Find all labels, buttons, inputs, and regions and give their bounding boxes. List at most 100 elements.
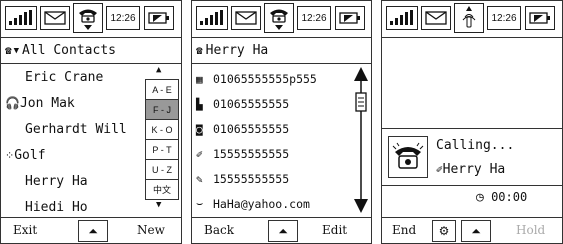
scroll-up-arrow-icon <box>354 67 368 81</box>
detail-row-mobile[interactable]: ✐ 15555555555 <box>196 143 289 165</box>
signal-strength-icon <box>386 6 418 30</box>
alphabet-index: ▲ A - E F - J K - O P - T U - Z 中文 ▼ <box>145 63 179 213</box>
clock-time: 12:26 <box>487 6 521 30</box>
hold-button[interactable]: Hold <box>516 223 545 237</box>
phone-mode-icon[interactable] <box>73 3 103 33</box>
end-call-button[interactable]: End <box>392 223 416 237</box>
list-item[interactable]: Eric Crane <box>25 70 103 92</box>
contact-card-icon: ☎ <box>196 44 203 57</box>
callee-name: Herry Ha <box>442 162 506 177</box>
index-label: A - E <box>152 84 172 95</box>
contact-name: Golf <box>14 148 46 163</box>
call-duration: 00:00 <box>491 190 528 204</box>
softkey-bar: End ⚙ ⏶ Hold <box>382 217 562 243</box>
list-item[interactable]: Gerhardt Will <box>25 122 127 144</box>
index-item-k-o[interactable]: K - O <box>145 119 179 140</box>
index-item-p-t[interactable]: P - T <box>145 139 179 160</box>
dropdown-arrow-icon[interactable]: ▼ <box>14 46 19 56</box>
navigate-up-button[interactable]: ⏶ <box>78 220 108 242</box>
detail-row-email[interactable]: ⌣ HaHa@yahoo.com <box>196 193 310 215</box>
index-label: F - J <box>153 104 171 115</box>
call-timer: ◷ 00:00 <box>476 190 527 205</box>
exit-button[interactable]: Exit <box>13 223 37 237</box>
clock-icon: ◷ <box>476 190 484 205</box>
contacts-filter-label: All Contacts <box>22 43 116 58</box>
navigate-up-button[interactable]: ⏶ <box>268 220 298 242</box>
calling-screen: 12:26 Calling... ✐Herry Ha ◷ 00:00 End ⚙… <box>381 0 563 244</box>
index-label: P - T <box>152 144 172 155</box>
contact-details-screen: 12:26 ☎ Herry Ha ▦ 01065555555p555 ▙ 01065… <box>191 0 372 244</box>
detail-value: 01065555555p555 <box>213 72 317 86</box>
scroll-down-arrow-icon <box>354 199 368 213</box>
index-item-a-e[interactable]: A - E <box>145 79 179 100</box>
double-chevron-up-icon: ⏶ <box>278 223 288 238</box>
detail-value: 01065555555 <box>213 97 290 111</box>
message-icon <box>40 6 70 30</box>
double-chevron-up-icon: ⏶ <box>88 223 98 238</box>
mobile-icon: ✐ <box>196 147 203 161</box>
detail-value: 15555555555 <box>213 172 290 186</box>
battery-icon <box>525 6 555 30</box>
double-chevron-up-icon: ⏶ <box>471 223 481 238</box>
battery-icon <box>144 6 174 30</box>
contact-name: Eric Crane <box>25 70 104 85</box>
battery-icon <box>335 6 365 30</box>
detail-row-office-phone[interactable]: ▦ 01065555555p555 <box>196 68 317 90</box>
contact-name: Gerhardt Will <box>25 122 127 137</box>
status-bar: 12:26 <box>1 1 181 38</box>
contacts-filter-header[interactable]: ☎ ▼ All Contacts <box>1 38 181 64</box>
list-item[interactable]: Herry Ha <box>25 174 88 196</box>
new-button[interactable]: New <box>137 223 165 237</box>
callee-row: ✐Herry Ha <box>436 162 505 177</box>
contact-name-title: Herry Ha <box>205 43 269 58</box>
group-icon: ⁘ <box>5 149 15 162</box>
email-icon: ⌣ <box>196 197 204 210</box>
list-item[interactable]: ⁘Golf <box>5 148 46 170</box>
detail-value: HaHa@yahoo.com <box>213 197 310 211</box>
list-item[interactable]: 🎧Jon Mak <box>5 96 75 118</box>
index-item-f-j[interactable]: F - J <box>145 99 179 120</box>
signal-strength-icon <box>5 6 37 30</box>
detail-value: 01065555555 <box>213 122 290 136</box>
detail-row-mobile-2[interactable]: ✎ 15555555555 <box>196 168 289 190</box>
mobile-2-icon: ✎ <box>196 172 203 186</box>
detail-row-fax[interactable]: ◙ 01065555555 <box>196 118 289 140</box>
softkey-bar: Back ⏶ Edit <box>192 217 371 243</box>
mute-microphone-icon: ⚙ <box>438 224 450 238</box>
clock-time: 12:26 <box>106 6 140 30</box>
detail-row-home-phone[interactable]: ▙ 01065555555 <box>196 93 289 115</box>
index-label: K - O <box>151 124 173 135</box>
contact-name: Herry Ha <box>25 174 88 189</box>
call-info-panel: Calling... ✐Herry Ha <box>382 128 562 186</box>
headset-icon: 🎧 <box>5 96 20 110</box>
office-phone-icon: ▦ <box>196 72 203 86</box>
contact-header: ☎ Herry Ha <box>192 38 371 64</box>
index-label: U - Z <box>152 164 172 175</box>
message-icon <box>231 6 261 30</box>
mobile-icon: ✐ <box>436 163 443 176</box>
active-call-icon <box>454 3 484 33</box>
status-bar: 12:26 <box>192 1 371 38</box>
index-item-chinese[interactable]: 中文 <box>145 179 179 200</box>
detail-value: 15555555555 <box>213 147 290 161</box>
index-item-u-z[interactable]: U - Z <box>145 159 179 180</box>
phone-mode-icon[interactable] <box>264 3 294 33</box>
fax-icon: ◙ <box>196 122 203 136</box>
softkey-bar: Exit ⏶ New <box>1 217 181 243</box>
call-status: Calling... <box>436 138 515 153</box>
home-phone-icon: ▙ <box>196 97 203 111</box>
edit-button[interactable]: Edit <box>322 223 347 237</box>
index-label: 中文 <box>152 185 171 195</box>
navigate-up-button[interactable]: ⏶ <box>461 220 491 242</box>
status-bar: 12:26 <box>382 1 562 38</box>
contact-name: Hiedi Ho <box>25 200 88 215</box>
mute-button[interactable]: ⚙ <box>432 220 456 242</box>
index-scroll-down-icon[interactable]: ▼ <box>156 200 161 210</box>
ringing-phone-icon <box>388 136 428 178</box>
back-button[interactable]: Back <box>204 223 234 237</box>
contact-name: Jon Mak <box>19 96 75 111</box>
index-scroll-up-icon[interactable]: ▲ <box>156 65 161 75</box>
contacts-list-screen: 12:26 ☎ ▼ All Contacts Eric Crane 🎧Jon M… <box>0 0 182 244</box>
contacts-book-icon: ☎ <box>5 44 12 57</box>
scrollbar[interactable] <box>354 67 368 213</box>
